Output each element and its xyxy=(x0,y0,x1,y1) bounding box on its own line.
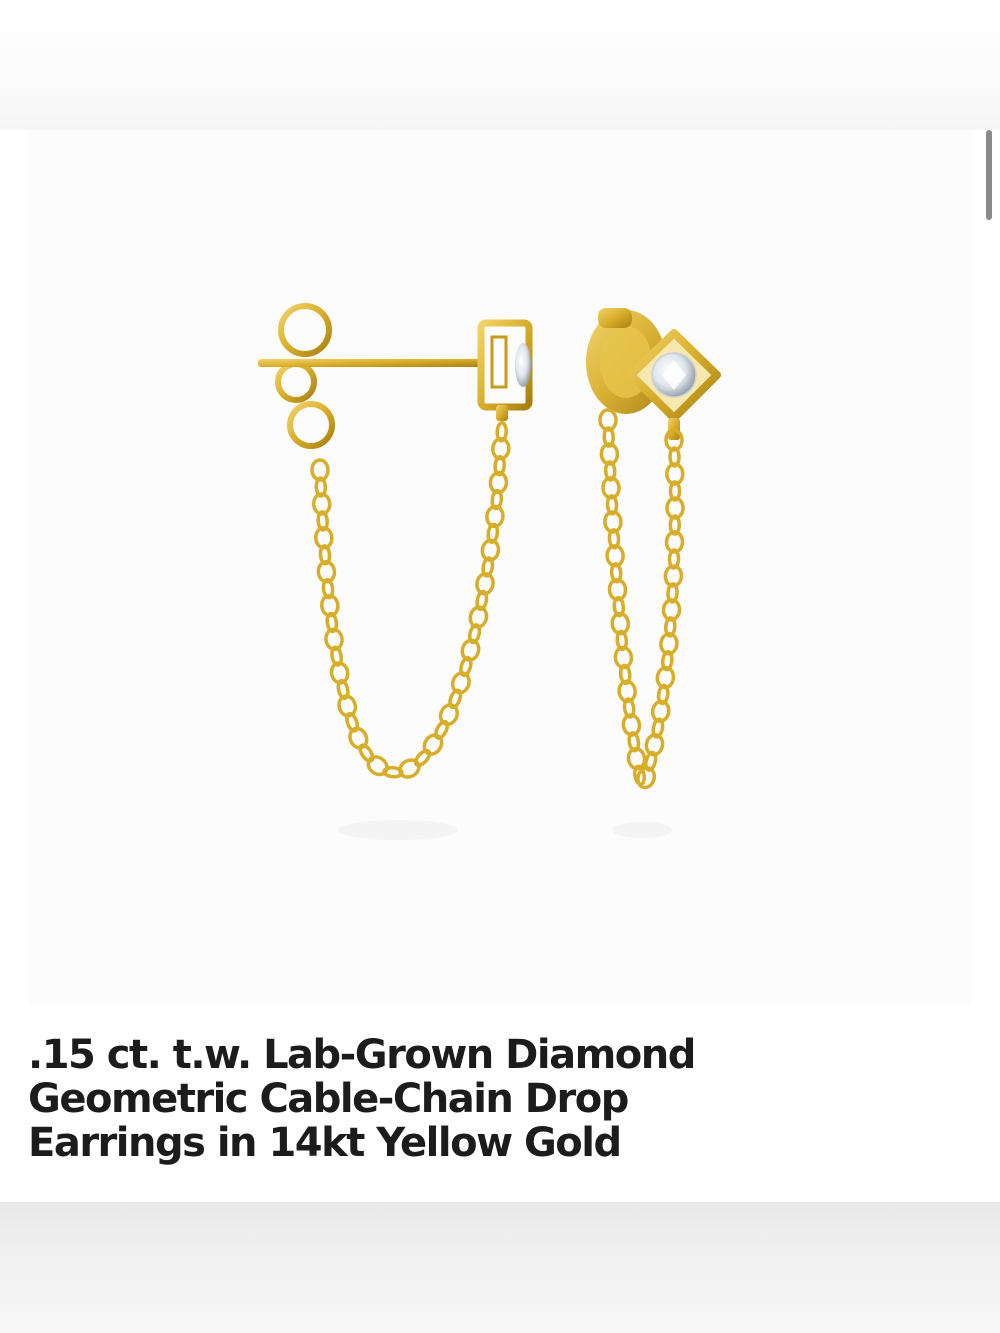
product-info: .15 ct. t.w. Lab-Grown Diamond Geometric… xyxy=(0,1005,1000,1202)
chain-link xyxy=(358,743,375,763)
product-title-line: .15 ct. t.w. Lab-Grown Diamond xyxy=(28,1032,696,1078)
product-title-line: Earrings in 14kt Yellow Gold xyxy=(28,1120,622,1166)
product-title-line: Geometric Cable-Chain Drop xyxy=(28,1076,629,1122)
product-photo xyxy=(258,303,721,840)
product-title[interactable]: .15 ct. t.w. Lab-Grown Diamond Geometric… xyxy=(28,1033,928,1165)
scrollbar-thumb[interactable] xyxy=(986,130,992,220)
top-fade-overlay xyxy=(0,0,1000,130)
chain-links xyxy=(310,408,685,790)
bottom-fade-overlay xyxy=(0,1202,1000,1333)
chain-link xyxy=(413,748,432,768)
right-earring xyxy=(586,308,721,440)
product-image-card[interactable] xyxy=(28,130,972,1005)
